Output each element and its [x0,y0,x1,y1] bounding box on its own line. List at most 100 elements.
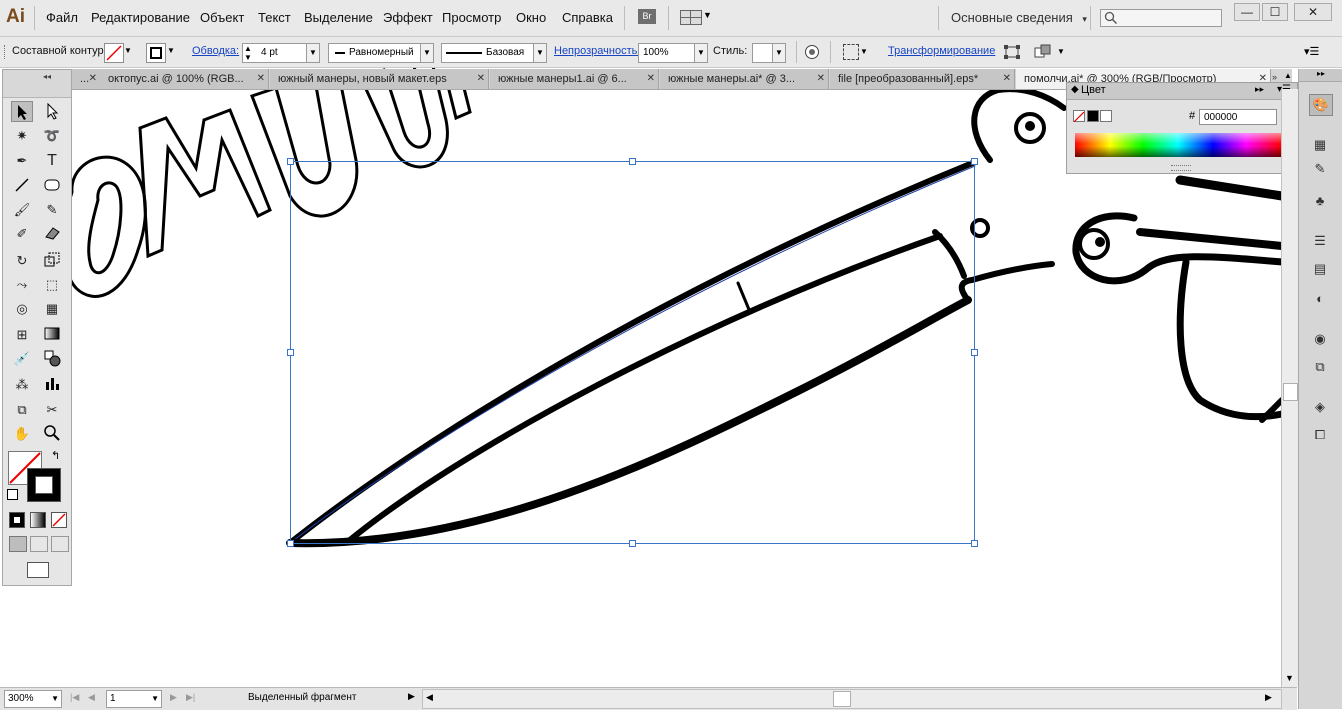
artboard-tool-icon[interactable]: ⧉ [11,399,33,420]
menu-edit[interactable]: Редактирование [91,10,190,25]
menu-help[interactable]: Справка [562,10,613,25]
panel-toggle-icon[interactable]: ◆ [1071,84,1079,95]
align-dropdown-arrow-icon[interactable]: ▼ [860,47,868,56]
color-panel-header[interactable]: ◆ Цвет ▸▸ ▾☰ [1067,83,1297,100]
stroke-color-swatch[interactable] [27,468,61,502]
paintbrush-tool-icon[interactable]: 🖌 [11,199,33,220]
menu-view[interactable]: Просмотр [442,10,501,25]
blob-brush-tool-icon[interactable]: ✐ [11,223,33,244]
brushes-panel-icon[interactable]: ✎ [1309,159,1331,179]
chevron-down-icon[interactable]: ▼ [420,44,433,62]
pen-tool-icon[interactable]: ✒ [11,150,33,171]
bridge-button[interactable]: Br [638,9,656,24]
blend-tool-icon[interactable] [41,348,63,369]
stepper-up-icon[interactable]: ▲ ▼ [244,44,252,62]
hex-color-input[interactable]: 000000 [1199,109,1277,125]
direct-selection-tool-icon[interactable] [41,101,63,122]
isolate-group-icon[interactable] [1034,44,1052,60]
opacity-field[interactable]: 100% ▼ [638,43,708,63]
menu-type[interactable]: Текст [258,10,291,25]
white-swatch[interactable] [1100,110,1112,122]
stroke-dropdown-arrow-icon[interactable]: ▼ [167,46,175,55]
default-colors-icon[interactable] [7,489,18,500]
lasso-tool-icon[interactable]: ➰ [41,125,63,146]
gradient-mode-icon[interactable] [30,512,46,528]
transparency-panel-icon[interactable]: ◐ [1309,289,1331,309]
document-tab[interactable]: южные манеры1.ai @ 6... ✕ [490,69,659,89]
close-button[interactable]: ✕ [1294,3,1332,21]
rotate-tool-icon[interactable]: ↻ [11,250,33,271]
menu-file[interactable]: Файл [46,10,78,25]
brush-definition-dropdown[interactable]: Базовая ▼ [441,43,547,63]
help-search-input[interactable] [1100,9,1222,27]
zoom-tool-icon[interactable] [41,423,63,444]
chevron-down-icon[interactable]: ▼ [533,44,546,62]
color-spectrum[interactable] [1075,133,1281,157]
stroke-weight-field[interactable]: ▲ ▼ 4 pt ▼ [242,43,320,63]
hand-tool-icon[interactable]: ✋ [11,423,33,444]
isolate-dropdown-arrow-icon[interactable]: ▼ [1057,47,1065,56]
graphic-style-dropdown[interactable]: ▼ [752,43,786,63]
screen-mode-icon[interactable] [27,562,49,578]
stroke-swatch[interactable] [146,43,166,63]
arrange-documents-arrow-icon[interactable]: ▼ [703,10,712,20]
selection-tool-icon[interactable] [11,101,33,122]
gradient-panel-icon[interactable]: ▤ [1309,259,1331,279]
horizontal-scrollbar[interactable]: ◀ ▶ [422,689,1282,709]
chevron-down-icon[interactable]: ▼ [51,691,59,707]
fill-dropdown-arrow-icon[interactable]: ▼ [124,46,132,55]
scroll-left-icon[interactable]: ◀ [426,692,433,703]
black-swatch[interactable] [1087,110,1099,122]
align-to-selection-icon[interactable] [843,44,859,60]
graphic-styles-icon[interactable]: ⧉ [1309,357,1331,377]
document-tab[interactable]: южный манеры, новый макет.eps ✕ [270,69,489,89]
stroke-panel-icon[interactable]: ☰ [1309,231,1331,251]
collapse-panel-icon[interactable]: ▸▸ [1255,84,1264,95]
close-tab-icon[interactable]: ✕ [89,69,97,89]
vertical-scroll-thumb[interactable] [1283,383,1298,401]
free-transform-tool-icon[interactable]: ⬚ [41,274,63,295]
color-mode-icon[interactable] [9,512,25,528]
scroll-up-icon[interactable]: ▲ [1284,71,1292,80]
chevron-down-icon[interactable]: ▼ [151,691,159,707]
document-tab[interactable]: октопус.ai @ 100% (RGB... ✕ [100,69,269,89]
dock-collapse-icon[interactable]: ▸▸ [1299,69,1342,82]
type-tool-icon[interactable]: T [41,150,63,171]
swap-fill-stroke-icon[interactable]: ↰ [51,449,60,462]
color-panel-icon[interactable]: 🎨 [1309,94,1333,116]
artboards-panel-icon[interactable]: ⧠ [1309,425,1331,445]
close-tab-icon[interactable]: ✕ [647,69,655,89]
next-artboard-icon[interactable]: ▶ [170,692,177,703]
collapse-icon[interactable]: ◂◂ [43,72,51,81]
scroll-right-icon[interactable]: ▶ [1265,692,1272,703]
magic-wand-tool-icon[interactable]: ✷ [11,125,33,146]
shape-builder-tool-icon[interactable]: ◎ [11,298,33,319]
eyedropper-tool-icon[interactable]: 💉 [11,348,33,369]
opacity-panel-link[interactable]: Непрозрачность: [554,45,640,57]
color-guide-icon[interactable]: ▦ [1309,135,1331,155]
panel-menu-icon[interactable]: ▾☰ [1304,45,1319,58]
grip-handle[interactable] [4,45,7,59]
last-artboard-icon[interactable]: ▶| [186,692,195,703]
chevron-down-icon[interactable]: ▼ [772,44,785,62]
none-swatch-icon[interactable] [1073,110,1085,123]
slice-tool-icon[interactable]: ✂ [41,399,63,420]
previous-artboard-icon[interactable]: ◀ [88,692,95,703]
appearance-panel-icon[interactable]: ◉ [1309,329,1331,349]
close-tab-icon[interactable]: ✕ [1003,69,1011,89]
menu-object[interactable]: Объект [200,10,244,25]
mesh-tool-icon[interactable]: ⊞ [11,324,33,345]
document-tab[interactable]: file [преобразованный].eps* ✕ [830,69,1015,89]
menu-select[interactable]: Выделение [304,10,373,25]
artboard-number-field[interactable]: 1 ▼ [106,690,162,708]
menu-window[interactable]: Окно [516,10,546,25]
horizontal-scroll-thumb[interactable] [833,691,851,707]
close-tab-icon[interactable]: ✕ [477,69,485,89]
draw-inside-icon[interactable] [51,536,69,552]
first-artboard-icon[interactable]: |◀ [70,692,79,703]
transform-box-icon[interactable] [1003,44,1021,60]
menu-effect[interactable]: Эффект [383,10,433,25]
close-tab-icon[interactable]: ✕ [817,69,825,89]
zoom-field[interactable]: 300% ▼ [4,690,62,708]
status-menu-arrow-icon[interactable]: ▶ [408,691,415,702]
